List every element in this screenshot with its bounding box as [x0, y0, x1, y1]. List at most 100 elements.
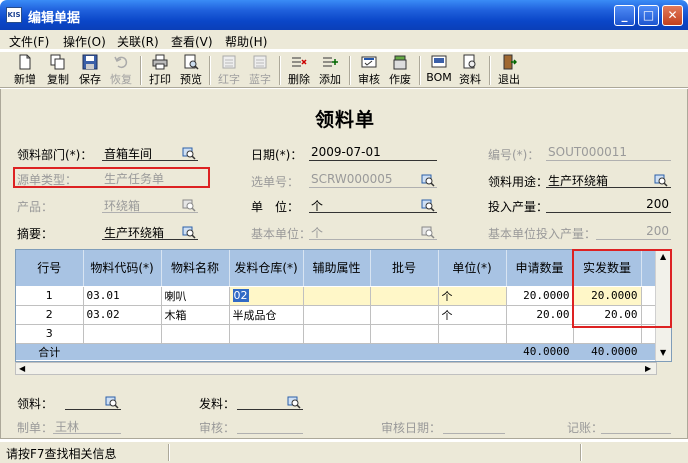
- table-row[interactable]: 3: [16, 324, 658, 344]
- document-form: 领料单 领料部门(*)： 音箱车间 日期(*)： 2009-07-01 编号(*…: [0, 89, 688, 439]
- maker-label: 制单：: [17, 421, 54, 435]
- issuer-label: 发料：: [199, 397, 236, 411]
- blue-entry-icon: [253, 55, 267, 69]
- menu-help[interactable]: 帮助(H): [225, 33, 267, 50]
- menu-view[interactable]: 查看(V): [171, 33, 213, 50]
- undo-icon: [114, 56, 128, 69]
- material-button[interactable]: 资料: [455, 54, 485, 87]
- aux-attr-cell[interactable]: [303, 305, 371, 325]
- bom-button[interactable]: BOM: [424, 54, 454, 87]
- table-row[interactable]: 2 03.02 木箱 半成品仓 个 20.00 20.00: [16, 305, 658, 325]
- print-button[interactable]: 打印: [145, 54, 175, 87]
- aux-attr-cell[interactable]: [303, 286, 371, 306]
- preview-button[interactable]: 预览: [176, 54, 206, 87]
- print-preview-icon: [184, 54, 199, 70]
- scroll-right-icon[interactable]: ▶: [645, 364, 651, 373]
- material-code-cell[interactable]: 03.02: [83, 305, 162, 325]
- base-unit-search-icon[interactable]: [421, 225, 435, 239]
- warehouse-selected-text[interactable]: 02: [232, 289, 249, 302]
- warehouse-cell[interactable]: 02: [229, 286, 304, 306]
- scroll-left-icon[interactable]: ◀: [19, 364, 25, 373]
- material-code-cell[interactable]: 03.01: [83, 286, 162, 306]
- menu-relation[interactable]: 关联(R): [117, 33, 159, 50]
- unit-cell[interactable]: 个: [438, 286, 507, 306]
- add-row-icon: [323, 57, 338, 67]
- summary-search-icon[interactable]: [182, 225, 196, 239]
- col-header-batch[interactable]: 批号: [370, 250, 439, 287]
- dept-label: 领料部门(*)：: [17, 148, 93, 162]
- add-row-button[interactable]: 添加: [315, 54, 345, 87]
- maximize-icon: □: [642, 8, 655, 22]
- printer-icon: [152, 54, 168, 70]
- batch-cell[interactable]: [370, 324, 439, 344]
- audit-date-field: [443, 418, 505, 434]
- menu-operation[interactable]: 操作(O): [63, 33, 106, 50]
- issuer-search-icon[interactable]: [287, 395, 301, 409]
- picker-search-icon[interactable]: [105, 395, 119, 409]
- req-qty-cell[interactable]: 20.00: [506, 305, 574, 325]
- material-name-cell[interactable]: 喇叭: [161, 286, 230, 306]
- product-search-icon[interactable]: [182, 198, 196, 212]
- source-type-field[interactable]: 生产任务单: [102, 170, 198, 186]
- req-qty-cell[interactable]: [506, 324, 574, 344]
- menu-file[interactable]: 文件(F): [9, 33, 49, 50]
- col-header-material-code[interactable]: 物料代码(*): [83, 250, 162, 287]
- total-row: 合计 40.0000 40.0000: [16, 343, 658, 360]
- col-header-line-no[interactable]: 行号: [16, 250, 84, 287]
- copy-button[interactable]: 复制: [43, 54, 73, 87]
- minimize-button[interactable]: _: [614, 5, 635, 26]
- input-qty-field[interactable]: 200: [546, 197, 671, 213]
- app-icon: KIS: [6, 7, 22, 23]
- aux-attr-cell[interactable]: [303, 324, 371, 344]
- use-field[interactable]: 生产环绕箱: [546, 172, 671, 188]
- delete-row-icon: [292, 57, 307, 67]
- select-no-search-icon[interactable]: [421, 173, 435, 187]
- picker-label: 领料：: [17, 397, 54, 411]
- menu-bar: 文件(F) 操作(O) 关联(R) 查看(V) 帮助(H): [0, 30, 688, 50]
- scroll-down-icon[interactable]: ▼: [660, 348, 666, 357]
- table-row[interactable]: 1 03.01 喇叭 02 个 20.0000 20.0000: [16, 286, 658, 306]
- warehouse-cell[interactable]: [229, 324, 304, 344]
- close-button[interactable]: ✕: [662, 5, 683, 26]
- material-code-cell[interactable]: [83, 324, 162, 344]
- grid-horizontal-scrollbar[interactable]: ◀ ▶: [15, 362, 657, 375]
- material-name-cell[interactable]: 木箱: [161, 305, 230, 325]
- unit-cell[interactable]: [438, 324, 507, 344]
- dept-search-icon[interactable]: [182, 146, 196, 160]
- base-unit-field: 个: [309, 224, 437, 240]
- col-header-req-qty[interactable]: 申请数量: [506, 250, 574, 287]
- unit-cell[interactable]: 个: [438, 305, 507, 325]
- batch-cell[interactable]: [370, 305, 439, 325]
- col-header-warehouse[interactable]: 发料仓库(*): [229, 250, 304, 287]
- new-button[interactable]: 新增: [10, 54, 40, 87]
- number-field: SOUT000011: [546, 145, 671, 161]
- col-header-aux-attr[interactable]: 辅助属性: [303, 250, 371, 287]
- red-entry-button[interactable]: 红字: [214, 54, 244, 87]
- select-no-field[interactable]: SCRW000005: [309, 172, 437, 188]
- col-header-material-name[interactable]: 物料名称: [161, 250, 230, 287]
- new-document-icon: [19, 54, 31, 70]
- date-field[interactable]: 2009-07-01: [309, 145, 437, 161]
- posted-field: [601, 418, 671, 434]
- warehouse-cell[interactable]: 半成品仓: [229, 305, 304, 325]
- restore-button[interactable]: 恢复: [106, 54, 136, 87]
- maximize-button[interactable]: □: [638, 5, 659, 26]
- batch-cell[interactable]: [370, 286, 439, 306]
- save-button[interactable]: 保存: [75, 54, 105, 87]
- audit-button[interactable]: 审核: [354, 54, 384, 87]
- col-header-unit[interactable]: 单位(*): [438, 250, 507, 287]
- window-title: 编辑单据: [28, 11, 81, 26]
- delete-row-button[interactable]: 删除: [284, 54, 314, 87]
- void-button[interactable]: 作废: [385, 54, 415, 87]
- exit-button[interactable]: 退出: [494, 54, 524, 87]
- status-bar: 请按F7查找相关信息: [0, 441, 688, 463]
- number-label: 编号(*)：: [488, 148, 540, 162]
- blue-entry-button[interactable]: 蓝字: [245, 54, 275, 87]
- use-search-icon[interactable]: [654, 173, 668, 187]
- date-label: 日期(*)：: [251, 148, 303, 162]
- unit-field[interactable]: 个: [309, 197, 437, 213]
- req-qty-cell[interactable]: 20.0000: [506, 286, 574, 306]
- material-name-cell[interactable]: [161, 324, 230, 344]
- select-no-label: 选单号：: [251, 175, 300, 189]
- unit-search-icon[interactable]: [421, 198, 435, 212]
